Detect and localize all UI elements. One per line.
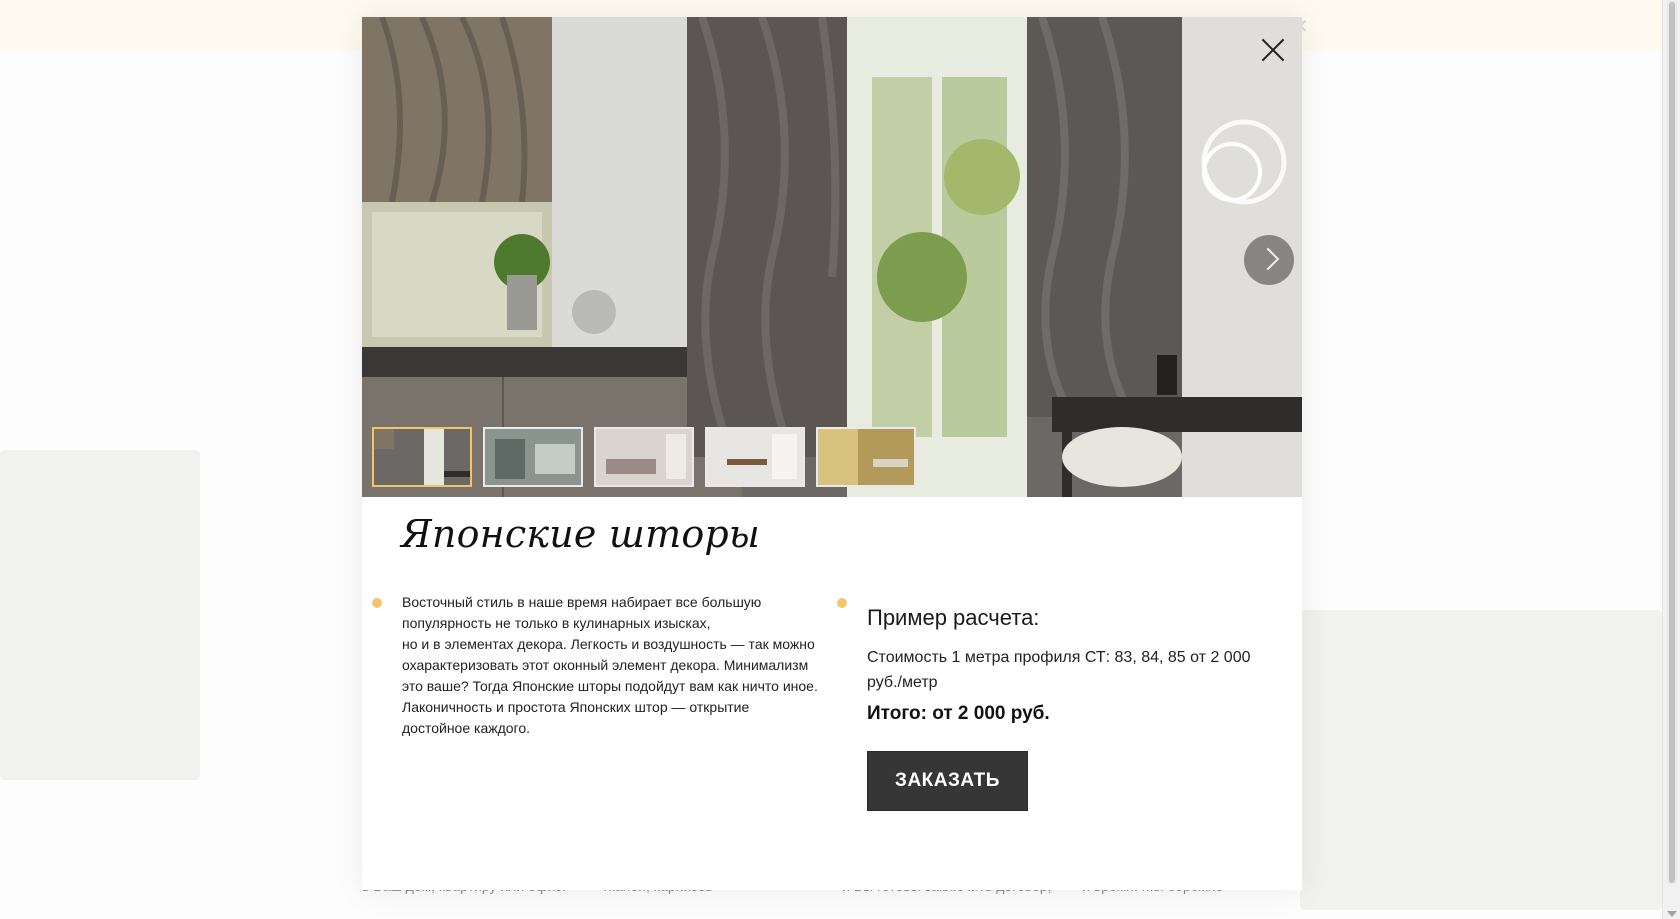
product-title: Японские шторы [401, 512, 761, 556]
order-button[interactable]: ЗАКАЗАТЬ [867, 751, 1028, 811]
calc-title: Пример расчета: [867, 605, 1040, 630]
chevron-right-icon [1256, 247, 1280, 271]
calc-total: Итого: от 2 000 руб. [867, 703, 1050, 724]
scrollbar-thumb[interactable] [1667, 0, 1677, 885]
description-bullet-icon [372, 598, 382, 608]
thumbnail-3[interactable] [594, 427, 694, 487]
image-gallery [362, 17, 1302, 497]
thumbnail-4[interactable] [705, 427, 805, 487]
calc-bullet-icon [837, 598, 847, 608]
scroll-down-arrow-icon[interactable] [1667, 911, 1677, 917]
thumbnail-strip [372, 427, 916, 487]
thumbnail-2[interactable] [483, 427, 583, 487]
product-modal: Японские шторы Восточный стиль в наше вр… [362, 17, 1302, 890]
thumbnail-5[interactable] [816, 427, 916, 487]
thumbnail-1[interactable] [372, 427, 472, 487]
calc-price-text: Стоимость 1 метра профиля СТ: 83, 84, 85… [867, 649, 1251, 691]
product-description: Восточный стиль в наше время набирает вс… [402, 594, 818, 736]
gallery-next-button[interactable] [1244, 235, 1294, 285]
close-icon[interactable] [1256, 33, 1290, 67]
gallery-main-image [362, 17, 1302, 497]
page-scrollbar[interactable] [1662, 0, 1680, 919]
